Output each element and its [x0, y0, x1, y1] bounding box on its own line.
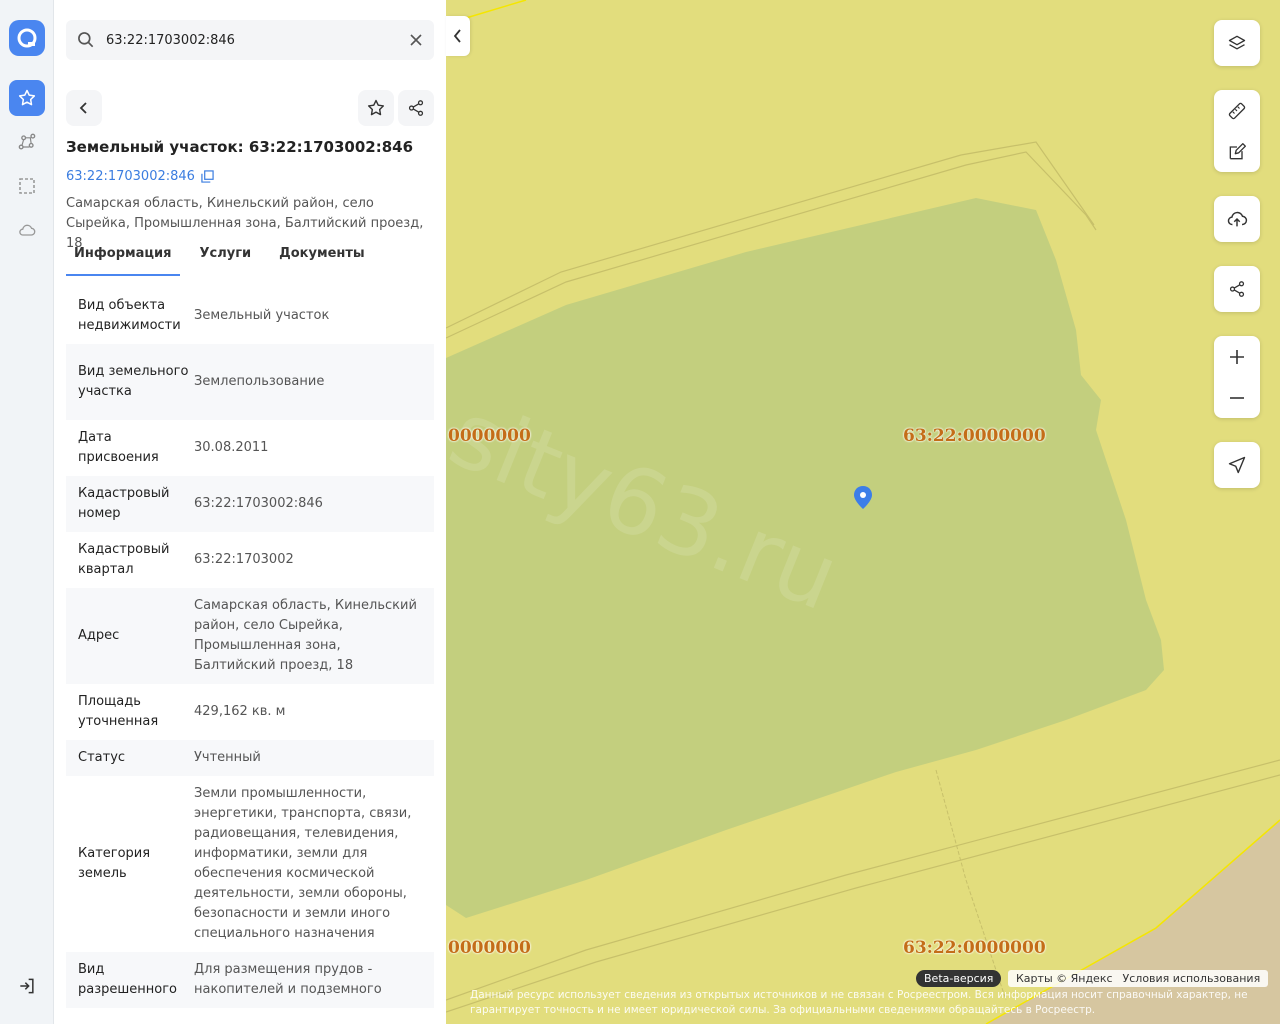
table-row: Вид разрешенного Для размещения прудов - … — [66, 952, 434, 1008]
cloud-icon — [19, 224, 36, 236]
row-key: Категория земель — [78, 846, 151, 881]
quarter-label: 63:22:0000000 — [903, 938, 1046, 958]
tab-documents[interactable]: Документы — [271, 240, 373, 276]
layers-control — [1214, 20, 1260, 66]
object-title: Земельный участок: 63:22:1703002:846 — [66, 138, 413, 156]
layers-icon — [1228, 35, 1246, 50]
navigation-arrow-icon — [1228, 456, 1246, 474]
row-value: Самарская область, Кинельский район, сел… — [194, 598, 417, 673]
table-row: Кадастровый номер 63:22:1703002:846 — [66, 476, 434, 532]
row-value: Земельный участок — [194, 308, 330, 323]
location-pin-icon[interactable] — [851, 484, 875, 516]
cloud-button[interactable] — [9, 212, 45, 248]
row-value: 429,162 кв. м — [194, 704, 286, 719]
cloud-upload-icon — [1227, 211, 1248, 227]
cadastral-number-text[interactable]: 63:22:1703002:846 — [66, 169, 195, 184]
row-value: Земли промышленности, энергетики, трансп… — [194, 786, 412, 941]
upload-control — [1214, 196, 1260, 242]
map-view[interactable]: sity63.ru 0000000 63:22:0000000 0000000 … — [446, 0, 1280, 1024]
row-value: 63:22:1703002:846 — [194, 496, 323, 511]
geolocation-button[interactable] — [1214, 447, 1260, 483]
route-icon — [18, 133, 36, 150]
chevron-left-icon — [79, 102, 87, 114]
table-row: Вид земельного участка Землепользование — [66, 344, 434, 420]
cadastral-number-link[interactable]: 63:22:1703002:846 — [66, 169, 214, 184]
disclaimer-text: Данный ресурс использует сведения из отк… — [470, 989, 1248, 1016]
row-value: 63:22:1703002 — [194, 552, 294, 567]
chevron-left-icon — [453, 29, 461, 43]
edit-icon — [1229, 142, 1246, 159]
row-key: Вид объекта недвижимости — [78, 298, 181, 333]
row-key: Вид земельного участка — [78, 364, 189, 399]
clear-search-button[interactable] — [406, 30, 426, 50]
favorites-button[interactable] — [9, 80, 45, 116]
login-button[interactable] — [9, 968, 45, 1004]
row-value: Землепользование — [194, 374, 325, 389]
collapse-panel-button[interactable] — [446, 16, 470, 56]
table-row: Вид объекта недвижимости Земельный участо… — [66, 288, 434, 344]
attribution-text: Карты © Яндекс — [1016, 972, 1113, 985]
row-key: Кадастровый номер — [78, 486, 170, 521]
row-key: Вид разрешенного — [78, 962, 178, 997]
quarter-label: 63:22:0000000 — [903, 426, 1046, 446]
row-key: Дата присвоения — [78, 430, 159, 465]
star-icon — [367, 99, 385, 116]
table-row: Площадь уточненная 429,162 кв. м — [66, 684, 434, 740]
quarter-label: 0000000 — [448, 938, 531, 958]
tab-info[interactable]: Информация — [66, 240, 180, 276]
left-rail — [0, 0, 54, 1024]
quarter-label: 0000000 — [448, 426, 531, 446]
upload-button[interactable] — [1214, 201, 1260, 237]
terms-link[interactable]: Условия использования — [1123, 972, 1261, 985]
selection-button[interactable] — [9, 168, 45, 204]
star-icon — [18, 89, 36, 106]
add-favorite-button[interactable] — [358, 90, 394, 126]
layers-button[interactable] — [1214, 25, 1260, 61]
info-table: Вид объекта недвижимости Земельный участо… — [66, 288, 434, 1008]
row-value: Учтенный — [194, 750, 261, 765]
table-row: Адрес Самарская область, Кинельский район… — [66, 588, 434, 684]
table-row: Категория земель Земли промышленности, эн… — [66, 776, 434, 952]
share-icon — [408, 100, 424, 116]
routes-button[interactable] — [9, 124, 45, 160]
row-key: Адрес — [78, 628, 120, 643]
map-attribution: Карты © Яндекс Условия использования — [1008, 970, 1269, 987]
minus-icon — [1230, 396, 1244, 399]
info-panel: Земельный участок: 63:22:1703002:846 63:… — [54, 0, 446, 1024]
tabs-bar: Информация Услуги Документы — [66, 240, 436, 276]
table-row: Статус Учтенный — [66, 740, 434, 776]
row-value: 30.08.2011 — [194, 440, 269, 455]
beta-badge: Beta-версия — [916, 970, 1002, 987]
row-key: Статус — [78, 750, 126, 765]
copy-icon[interactable] — [201, 170, 214, 183]
plus-icon — [1230, 349, 1244, 364]
ruler-icon — [1228, 102, 1246, 119]
table-row: Дата присвоения 30.08.2011 — [66, 420, 434, 476]
app-logo[interactable] — [9, 20, 45, 56]
row-value: Для размещения прудов - накопителей и по… — [194, 962, 382, 997]
login-icon — [20, 978, 34, 994]
tab-services[interactable]: Услуги — [192, 240, 260, 276]
ruler-button[interactable] — [1214, 93, 1260, 129]
search-input[interactable] — [106, 20, 396, 60]
table-row: Кадастровый квартал 63:22:1703002 — [66, 532, 434, 588]
share-icon — [1229, 281, 1245, 297]
logo-icon — [17, 28, 37, 48]
back-button[interactable] — [66, 90, 102, 126]
tools-control — [1214, 90, 1260, 172]
row-key: Кадастровый квартал — [78, 542, 170, 577]
edit-button[interactable] — [1214, 134, 1260, 170]
geolocation-control — [1214, 442, 1260, 488]
zoom-control — [1214, 336, 1260, 418]
map-share-button[interactable] — [1214, 271, 1260, 307]
zoom-out-button[interactable] — [1214, 380, 1260, 416]
share-control — [1214, 266, 1260, 312]
row-key: Площадь уточненная — [78, 694, 159, 729]
zoom-in-button[interactable] — [1214, 339, 1260, 375]
close-icon — [410, 34, 422, 46]
dashed-square-icon — [19, 178, 35, 194]
share-button[interactable] — [398, 90, 434, 126]
search-icon — [76, 30, 96, 54]
search-bar — [66, 20, 434, 60]
